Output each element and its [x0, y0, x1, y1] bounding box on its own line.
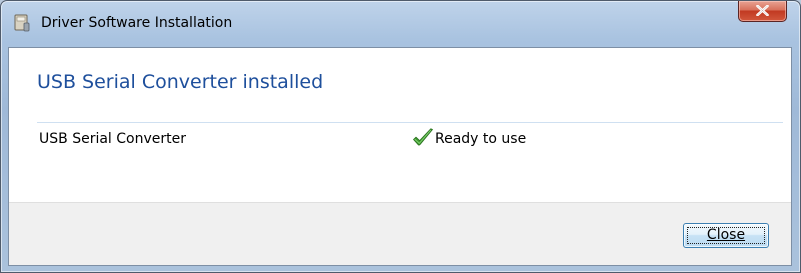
close-icon	[756, 5, 769, 16]
title-bar[interactable]: Driver Software Installation	[1, 1, 800, 45]
installer-window: Driver Software Installation USB Serial …	[0, 0, 801, 273]
window-close-button[interactable]	[738, 1, 787, 22]
window-title: Driver Software Installation	[41, 15, 233, 31]
client-area: USB Serial Converter installed USB Seria…	[8, 47, 792, 266]
divider	[37, 122, 783, 123]
device-name: USB Serial Converter	[39, 131, 186, 147]
page-title: USB Serial Converter installed	[37, 71, 324, 93]
button-bar: Close	[9, 202, 791, 265]
status-text: Ready to use	[435, 131, 527, 147]
content-panel: USB Serial Converter installed USB Seria…	[9, 48, 791, 202]
close-button-label: Close	[706, 227, 746, 243]
close-button[interactable]: Close	[683, 223, 769, 248]
check-icon	[411, 126, 435, 150]
setup-icon	[13, 13, 31, 32]
